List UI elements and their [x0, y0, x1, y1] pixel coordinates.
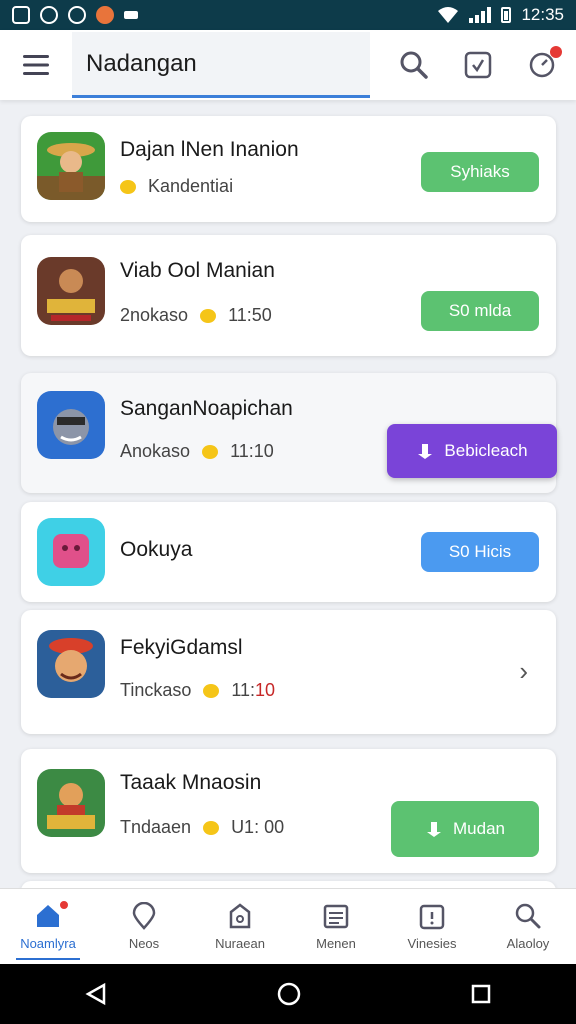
- app-time: 11:50: [228, 305, 272, 325]
- check-square-icon: [464, 51, 492, 79]
- calendar-icon: [419, 904, 445, 930]
- location-pin-icon: [132, 902, 156, 930]
- app-card[interactable]: Viab Ool Manian 2nokaso 11:50 S0 mlda: [21, 235, 556, 356]
- clock: 12:35: [521, 5, 564, 24]
- app-subtitle: Kandentiai: [148, 176, 234, 196]
- app-thumbnail: [37, 769, 105, 837]
- app-thumbnail: [37, 132, 105, 200]
- app-icon: [96, 6, 114, 24]
- app-thumbnail: [37, 630, 105, 698]
- app-meta: 2nokaso 11:50: [120, 305, 272, 326]
- app-bar: Nadangan: [0, 30, 576, 100]
- notification-badge: [550, 46, 562, 58]
- check-button[interactable]: [446, 30, 510, 100]
- app-thumbnail: [37, 257, 105, 325]
- app-subtitle: Anokaso: [120, 441, 191, 461]
- sync-icon: [40, 6, 58, 24]
- status-bar: 12:35: [0, 0, 576, 30]
- app-meta: Tinckaso 11:10: [120, 680, 275, 701]
- gallery-icon: [12, 6, 30, 24]
- home-circle-icon[interactable]: [276, 981, 302, 1007]
- download-label: Bebicleach: [444, 441, 528, 460]
- settings-icon: [68, 6, 86, 24]
- app-action-button[interactable]: S0 mlda: [421, 291, 539, 331]
- app-title: Dajan lNen Inanion: [120, 138, 299, 161]
- menu-button[interactable]: [0, 30, 72, 100]
- search-icon: [515, 903, 541, 929]
- app-card[interactable]: Ookuya S0 Hicis: [21, 502, 556, 602]
- back-icon[interactable]: [84, 982, 108, 1006]
- menu-icon: [23, 55, 49, 75]
- coin-icon: [200, 308, 217, 323]
- wifi-icon: [438, 7, 459, 23]
- download-button[interactable]: Bebicleach: [387, 424, 557, 478]
- app-subtitle: Tinckaso: [120, 680, 192, 700]
- recents-icon[interactable]: [470, 983, 492, 1005]
- app-action-button[interactable]: S0 Hicis: [421, 532, 539, 572]
- app-card[interactable]: FekyiGdamsl Tinckaso 11:10 ›: [21, 610, 556, 734]
- app-title: SanganNoapichan: [120, 397, 293, 420]
- notification-button[interactable]: [510, 30, 574, 100]
- signal-icon: [469, 7, 492, 23]
- nav-item-nuraean[interactable]: Nuraean: [192, 889, 288, 964]
- nav-item-alaoloy[interactable]: Alaoloy: [480, 889, 576, 964]
- app-title: FekyiGdamsl: [120, 636, 243, 659]
- app-meta: Anokaso 11:10: [120, 441, 274, 462]
- app-thumbnail: [37, 391, 105, 459]
- app-subtitle: Tndaaen: [120, 817, 192, 837]
- app-meta: Kandentiai: [120, 176, 233, 197]
- download-icon: [427, 822, 441, 837]
- coin-icon: [202, 444, 219, 459]
- coin-icon: [203, 683, 220, 698]
- app-time: 11:10: [230, 441, 274, 461]
- bottom-nav: Noamlyra Neos Nuraean Menen Vinesies Ala…: [0, 888, 576, 964]
- app-card[interactable]: [21, 881, 556, 888]
- search-input[interactable]: Nadangan: [72, 32, 370, 98]
- app-meta: Tndaaen U1: 00: [120, 817, 284, 838]
- app-card[interactable]: Taaak Mnaosin Tndaaen U1: 00 Mudan: [21, 749, 556, 873]
- app-subtitle: 2nokaso: [120, 305, 189, 325]
- chevron-right-icon[interactable]: ›: [519, 656, 528, 687]
- app-card[interactable]: Dajan lNen Inanion Kandentiai Syhiaks: [21, 116, 556, 222]
- app-thumbnail: [37, 518, 105, 586]
- app-list: Dajan lNen Inanion Kandentiai Syhiaks Vi…: [0, 100, 576, 888]
- app-action-button[interactable]: Mudan: [391, 801, 539, 857]
- search-icon: [400, 51, 428, 79]
- small-icon: [124, 11, 138, 19]
- app-title: Viab Ool Manian: [120, 259, 275, 282]
- nav-item-menen[interactable]: Menen: [288, 889, 384, 964]
- app-time: 11:10: [231, 680, 276, 700]
- nav-badge: [58, 899, 70, 911]
- download-icon: [418, 444, 433, 459]
- search-button[interactable]: [382, 30, 446, 100]
- app-time: U1: 00: [231, 817, 285, 837]
- app-title: Taaak Mnaosin: [120, 771, 262, 794]
- app-action-button[interactable]: Syhiaks: [421, 152, 539, 192]
- coin-icon: [120, 179, 136, 194]
- system-nav-bar: [0, 964, 576, 1024]
- nav-item-neos[interactable]: Neos: [96, 889, 192, 964]
- nav-item-home[interactable]: Noamlyra: [0, 889, 96, 964]
- nav-item-vinesies[interactable]: Vinesies: [384, 889, 480, 964]
- coin-icon: [203, 820, 220, 835]
- bag-icon: [229, 903, 251, 929]
- list-icon: [323, 904, 349, 929]
- app-title: Ookuya: [120, 538, 193, 561]
- battery-icon: [501, 7, 512, 23]
